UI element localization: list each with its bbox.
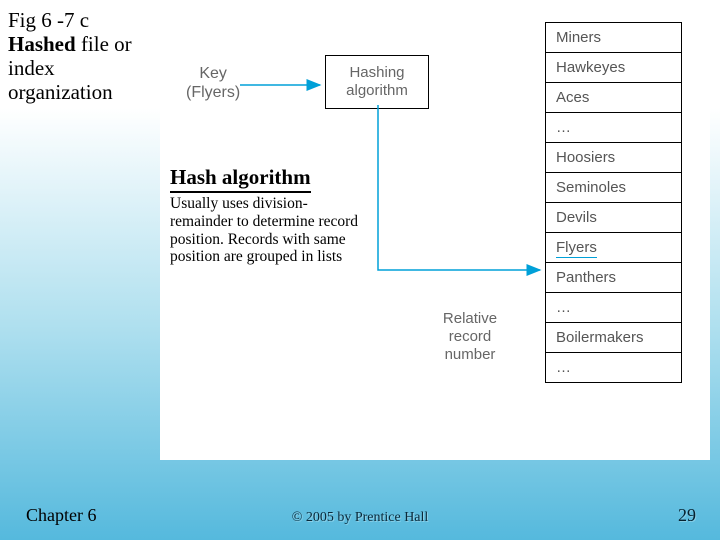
key-example: (Flyers) — [186, 83, 240, 102]
record-text: … — [556, 119, 571, 136]
footer-page-number: 29 — [678, 505, 696, 526]
relative-record-label: Relative record number — [435, 310, 505, 364]
hashing-box: Hashing algorithm — [325, 55, 429, 109]
hashing-box-line-1: Hashing — [332, 64, 422, 82]
key-block: Key (Flyers) — [186, 64, 240, 102]
record-row: Flyers — [546, 233, 681, 263]
record-text: … — [556, 299, 571, 316]
record-text: Boilermakers — [556, 329, 644, 346]
relative-l2: record — [435, 328, 505, 346]
record-text: Hawkeyes — [556, 59, 625, 76]
record-row: Panthers — [546, 263, 681, 293]
record-text: Miners — [556, 29, 601, 46]
hash-algorithm-heading: Hash algorithm — [170, 165, 311, 193]
record-row: Aces — [546, 83, 681, 113]
record-text: Devils — [556, 209, 597, 226]
record-row: Hoosiers — [546, 143, 681, 173]
record-row: Seminoles — [546, 173, 681, 203]
record-row: Hawkeyes — [546, 53, 681, 83]
figure-caption-line-4: organization — [8, 80, 158, 104]
key-label: Key — [186, 64, 240, 83]
record-row: … — [546, 293, 681, 323]
fig-rest: file or — [76, 32, 132, 56]
hashing-box-line-2: algorithm — [332, 82, 422, 100]
record-row: … — [546, 353, 681, 382]
hash-algorithm-body: Usually uses division-remainder to deter… — [170, 195, 365, 266]
record-text: Aces — [556, 89, 589, 106]
record-row: … — [546, 113, 681, 143]
figure-number: Fig 6 -7 c — [8, 8, 158, 32]
relative-l3: number — [435, 346, 505, 364]
fig-bold: Hashed — [8, 32, 76, 56]
record-text: Seminoles — [556, 179, 626, 196]
record-text: Panthers — [556, 269, 616, 286]
record-row: Miners — [546, 23, 681, 53]
figure-title: Fig 6 -7 c Hashed file or index organiza… — [8, 8, 158, 105]
figure-caption-line-3: index — [8, 56, 158, 80]
figure-caption-line-2: Hashed file or — [8, 32, 158, 56]
record-text: Flyers — [556, 239, 597, 258]
record-row: Devils — [546, 203, 681, 233]
records-table: Miners Hawkeyes Aces … Hoosiers Seminoles Devi… — [545, 22, 682, 383]
footer-copyright: © 2005 by Prentice Hall — [0, 510, 720, 526]
record-text: … — [556, 359, 571, 376]
relative-l1: Relative — [435, 310, 505, 328]
record-text: Hoosiers — [556, 149, 615, 166]
record-row: Boilermakers — [546, 323, 681, 353]
